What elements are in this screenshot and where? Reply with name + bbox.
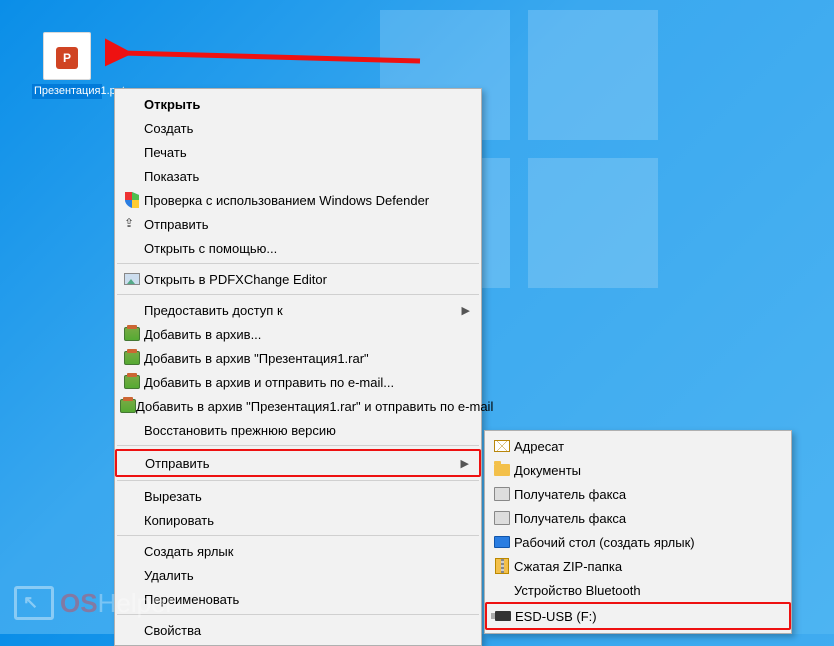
winrar-icon [120,375,144,389]
zip-icon [490,558,514,574]
chevron-right-icon: ▶ [461,457,469,470]
menu-create-shortcut[interactable]: Создать ярлык [116,539,480,563]
annotation-arrow [105,35,425,75]
powerpoint-icon: P [43,32,91,80]
menu-copy[interactable]: Копировать [116,508,480,532]
fax-icon [490,487,514,501]
sendto-zip[interactable]: Сжатая ZIP-папка [486,554,790,578]
sendto-recipient[interactable]: Адресат [486,434,790,458]
separator [117,294,479,295]
menu-restore-version[interactable]: Восстановить прежнюю версию [116,418,480,442]
context-menu: Открыть Создать Печать Показать Проверка… [114,88,482,646]
menu-send[interactable]: ⇪ Отправить [116,212,480,236]
desktop-file-pptx[interactable]: P Презентация1.pptx [32,32,102,99]
menu-create[interactable]: Создать [116,116,480,140]
menu-defender[interactable]: Проверка с использованием Windows Defend… [116,188,480,212]
file-name-label: Презентация1.pptx [32,84,102,99]
menu-rar-add[interactable]: Добавить в архив... [116,322,480,346]
winrar-icon [120,327,144,341]
menu-pdfxchange[interactable]: Открыть в PDFXChange Editor [116,267,480,291]
usb-drive-icon [491,611,515,621]
sendto-documents[interactable]: Документы [486,458,790,482]
menu-rar-email-named[interactable]: Добавить в архив "Презентация1.rar" и от… [116,394,480,418]
folder-icon [490,464,514,476]
fax-icon [490,511,514,525]
menu-cut[interactable]: Вырезать [116,484,480,508]
mail-icon [490,440,514,452]
separator [117,480,479,481]
menu-share-access[interactable]: Предоставить доступ к▶ [116,298,480,322]
watermark-oshelper: OSHelper [14,586,174,620]
menu-rar-add-named[interactable]: Добавить в архив "Презентация1.rar" [116,346,480,370]
sendto-esd-usb[interactable]: ESD-USB (F:) [487,604,789,628]
highlight-usb: ESD-USB (F:) [485,602,791,630]
menu-send-to[interactable]: Отправить▶ [117,451,479,475]
menu-open-with[interactable]: Открыть с помощью... [116,236,480,260]
menu-show[interactable]: Показать [116,164,480,188]
send-to-submenu: Адресат Документы Получатель факса Получ… [484,430,792,634]
sendto-fax-2[interactable]: Получатель факса [486,506,790,530]
separator [117,263,479,264]
menu-delete[interactable]: Удалить [116,563,480,587]
menu-rar-email[interactable]: Добавить в архив и отправить по e-mail..… [116,370,480,394]
sendto-fax-1[interactable]: Получатель факса [486,482,790,506]
winrar-icon [120,399,136,413]
sendto-desktop[interactable]: Рабочий стол (создать ярлык) [486,530,790,554]
separator [117,535,479,536]
winrar-icon [120,351,144,365]
menu-open[interactable]: Открыть [116,92,480,116]
shield-icon [120,192,144,208]
menu-print[interactable]: Печать [116,140,480,164]
desktop-icon [490,536,514,548]
chevron-right-icon: ▶ [462,304,470,317]
separator [117,445,479,446]
cursor-monitor-icon [14,586,54,620]
pdfx-icon [120,273,144,285]
menu-properties[interactable]: Свойства [116,618,480,642]
highlight-send-to: Отправить▶ [115,449,481,477]
sendto-bluetooth[interactable]: 񙂠Устройство Bluetooth [486,578,790,602]
share-icon: ⇪ [120,216,144,232]
bluetooth-icon: 񙂠 [490,583,514,597]
